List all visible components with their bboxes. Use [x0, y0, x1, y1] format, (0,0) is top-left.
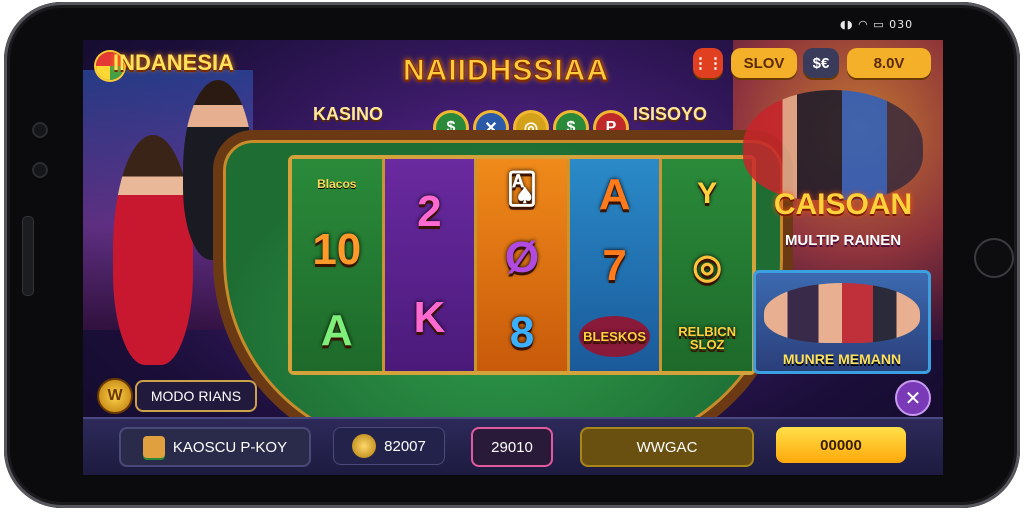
reel-symbol: 10 [312, 224, 362, 274]
battery-icon: ▭ [873, 18, 885, 31]
wifi-icon: ◠ [858, 18, 869, 31]
reel-symbol: K [413, 293, 446, 342]
reel-label: Blacos [317, 177, 357, 192]
chest-icon [142, 436, 165, 458]
slov-button[interactable]: SLOV [731, 48, 797, 78]
spin-button[interactable]: 00000 [776, 427, 906, 463]
reel-symbol: 2 [417, 187, 442, 236]
notification-icon: ◖◗ [840, 18, 854, 31]
reel-symbol: RELBICN SLOZ [678, 323, 737, 352]
reel-symbol: ◎ [692, 247, 722, 286]
promo-card[interactable]: MUNRE MEMANN [753, 270, 931, 374]
reel: Blacos 10 A [292, 159, 385, 371]
mode-label-button[interactable]: MODO RIANS [135, 380, 257, 412]
reel-symbol: BLESKOS [579, 316, 650, 358]
reel-symbol: A [598, 169, 631, 219]
grid-icon[interactable]: ⋮⋮ [693, 48, 723, 78]
reel: Y ◎ RELBICN SLOZ [662, 159, 752, 371]
bet-amount-button[interactable]: 29010 [471, 427, 553, 467]
reel: A 7 BLESKOS [569, 159, 663, 371]
promo-card-label: MUNRE MEMANN [782, 351, 902, 367]
reel-symbol: 8 [509, 308, 535, 358]
account-button[interactable]: KAOSCU P-KOY [119, 427, 311, 467]
sensor [32, 162, 48, 178]
right-tag: ISISOYO [633, 104, 708, 124]
game-screen: INDANESIA NAIIDHSSIAA KASINO ISISOYO $ ✕… [83, 40, 943, 475]
brand-name: INDANESIA [113, 50, 235, 75]
dice-icon: 🂡 [506, 172, 538, 206]
game-title: NAIIDHSSIAA [402, 54, 610, 88]
dealer-woman-image [113, 135, 193, 365]
promo-card-image [764, 283, 920, 343]
reel-symbol: 7 [602, 241, 627, 291]
left-tag: KASINO [313, 104, 384, 124]
reel-symbol: A [320, 305, 353, 355]
slot-reels: Blacos 10 A 2 K 🂡 Ø 8 A 7 BLESKOS Y ◎ RE… [288, 155, 756, 375]
close-icon[interactable]: ✕ [895, 380, 931, 416]
front-camera [32, 122, 48, 138]
reel-symbol: Ø [504, 232, 540, 282]
reel-symbol: Y [697, 177, 718, 211]
coin-icon [352, 434, 377, 458]
mode-badge-icon[interactable]: W [97, 378, 133, 414]
currency-button[interactable]: $€ [803, 48, 839, 78]
home-button[interactable] [974, 238, 1014, 278]
balance-button[interactable]: 8.0V [847, 48, 931, 78]
speaker-grille [22, 216, 34, 296]
reel: 2 K [384, 159, 478, 371]
coin-balance-value: 82007 [384, 437, 426, 455]
promo-title: CAISOAN [773, 188, 913, 221]
promo-subtitle: MULTIP RAINEN [784, 232, 902, 249]
status-bar: ◖◗ ◠ ▭ 030 [840, 18, 913, 31]
bottom-bar: KAOSCU P-KOY 82007 29010 WWGAC 00000 [83, 417, 943, 475]
coin-balance: 82007 [333, 427, 445, 465]
players-group-image [743, 90, 923, 200]
reel: 🂡 Ø 8 [477, 159, 570, 371]
status-time: 030 [889, 18, 914, 31]
action-button[interactable]: WWGAC [580, 427, 754, 467]
account-label: KAOSCU P-KOY [172, 438, 288, 456]
